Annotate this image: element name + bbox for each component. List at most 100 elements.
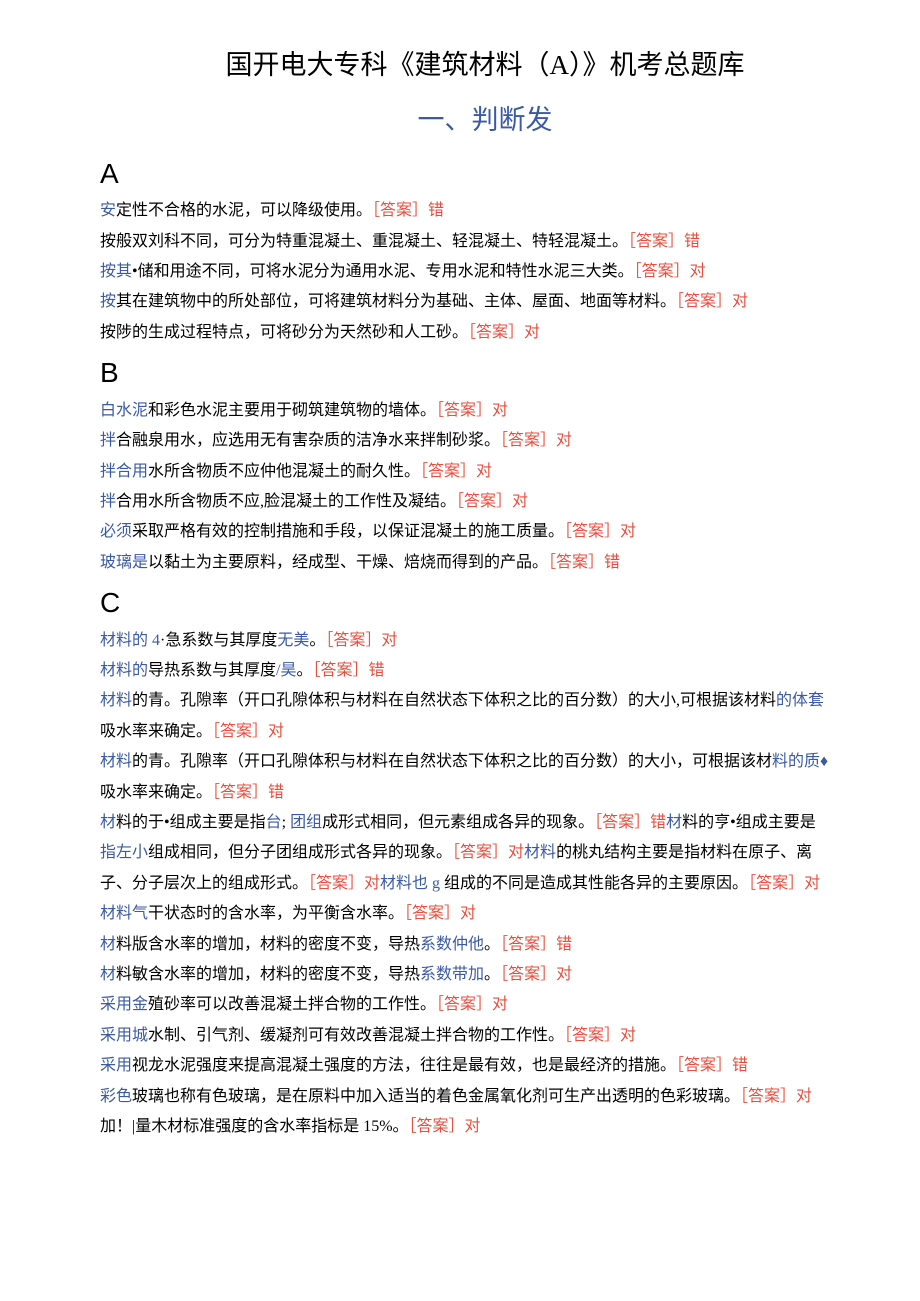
question-text: 玻璃也称有色玻璃，是在原料中加入适当的着色金属氧化剂可生产出透明的色彩玻璃。	[132, 1088, 740, 1105]
answer-text: ［答案］对	[564, 523, 636, 540]
section-heading: A	[100, 157, 830, 191]
question-text: 料敏含水率的增加，材料的密度不变，导热	[116, 966, 420, 983]
page-title: 国开电大专科《建筑材料（A）》机考总题库	[100, 40, 830, 91]
answer-text: ［答案］错	[372, 202, 444, 219]
question-text: 材料	[100, 692, 132, 709]
answer-text: ［答案］对	[436, 996, 508, 1013]
question-line: 拌合融泉用水，应选用无有害杂质的洁净水来拌制砂浆。［答案］对	[100, 426, 830, 456]
answer-text: ［答案］对	[748, 875, 820, 892]
question-text: 材料	[524, 844, 556, 861]
question-line: 材料的青。孔隙率（开口孔隙体积与材料在自然状态下体积之比的百分数）的大小，可根据…	[100, 747, 830, 808]
answer-text: ［答案］错	[594, 814, 666, 831]
answer-text: ［答案］错	[500, 936, 572, 953]
question-text: 水所含物质不应仲他混凝土的耐久性。	[148, 463, 420, 480]
answer-text: ［答案］错	[676, 1057, 748, 1074]
answer-text: ［答案］对	[436, 402, 508, 419]
question-text: 其在建筑物中的所处部位，可将建筑材料分为基础、主体、屋面、地面等材料。	[116, 293, 676, 310]
question-text: 干状态时的含水率，为平衡含水率。	[148, 905, 404, 922]
question-line: 拌合用水所含物质不应仲他混凝土的耐久性。［答案］对	[100, 457, 830, 487]
answer-text: ［答案］对	[676, 293, 748, 310]
question-text: 的体套	[776, 692, 824, 709]
question-text: 材料	[100, 753, 132, 770]
question-text: 拌	[100, 493, 116, 510]
question-text: 材料的	[100, 662, 148, 679]
question-text: 安	[100, 202, 116, 219]
question-line: 材料版含水率的增加，材料的密度不变，导热系数仲他。［答案］错	[100, 930, 830, 960]
section-heading: C	[100, 586, 830, 620]
question-text: /昊	[276, 662, 296, 679]
question-text: 料的质♦	[772, 753, 828, 770]
question-text: 和彩色水泥主要用于砌筑建筑物的墙体。	[148, 402, 436, 419]
question-text: 白水泥	[100, 402, 148, 419]
question-line: 玻璃是以黏土为主要原料，经成型、干燥、焙烧而得到的产品。［答案］错	[100, 548, 830, 578]
answer-text: ［答案］对	[500, 966, 572, 983]
question-text: 台	[266, 814, 282, 831]
question-text: 的青。孔隙率（开口孔隙体积与材料在自然状态下体积之比的百分数）的大小,可根据该材…	[132, 692, 776, 709]
question-line: 采用金殖砂率可以改善混凝土拌合物的工作性。［答案］对	[100, 990, 830, 1020]
answer-text: ［答案］对	[308, 875, 380, 892]
question-line: 按其在建筑物中的所处部位，可将建筑材料分为基础、主体、屋面、地面等材料。［答案］…	[100, 287, 830, 317]
question-line: 材料气干状态时的含水率，为平衡含水率。［答案］对	[100, 899, 830, 929]
question-text: 彩色	[100, 1088, 132, 1105]
question-text: 导热系数与其厚度	[148, 662, 276, 679]
question-list: A安定性不合格的水泥，可以降级使用。［答案］错按般双刘科不同，可分为特重混凝土、…	[100, 157, 830, 1143]
question-text: 吸水率来确定。	[100, 723, 212, 740]
question-text: 料的于•组成主要是指	[116, 814, 266, 831]
question-text: 拌合用	[100, 463, 148, 480]
question-text: 材	[100, 936, 116, 953]
question-text: 组成的不同是造成其性能各异的主要原因。	[444, 875, 748, 892]
answer-text: ［答案］对	[500, 432, 572, 449]
question-text: 成形式相同，但元素组成各异的现象。	[322, 814, 594, 831]
question-text: 材料的 4	[100, 632, 160, 649]
question-text: 指左小	[100, 844, 148, 861]
question-text: 加！|量木材标准强度的含水率指标是 15%。	[100, 1118, 409, 1135]
question-text: 拌	[100, 432, 116, 449]
question-line: 拌合用水所含物质不应,脸混凝土的工作性及凝结。［答案］对	[100, 487, 830, 517]
answer-text: ［答案］对	[325, 632, 397, 649]
answer-text: ［答案］对	[409, 1118, 481, 1135]
answer-text: ［答案］错	[313, 662, 385, 679]
question-line: 材料的青。孔隙率（开口孔隙体积与材料在自然状态下体积之比的百分数）的大小,可根据…	[100, 686, 830, 747]
question-line: 采用视龙水泥强度来提高混凝土强度的方法，往往是最有效，也是最经济的措施。［答案］…	[100, 1051, 830, 1081]
question-text: 。	[484, 936, 500, 953]
answer-text: ［答案］对	[404, 905, 476, 922]
question-text: 材料气	[100, 905, 148, 922]
question-text: 系数仲他	[420, 936, 484, 953]
question-text: 的青。孔隙率（开口孔隙体积与材料在自然状态下体积之比的百分数）的大小，可根据该材	[132, 753, 772, 770]
answer-text: ［答案］对	[212, 723, 284, 740]
question-text: 材	[666, 814, 682, 831]
question-text: 双刘科不同，可分为特重混凝土、重混凝土、轻混凝土、特轻混凝土。	[132, 233, 628, 250]
question-line: 材料的于•组成主要是指台; 团组成形式相同，但元素组成各异的现象。［答案］错材料…	[100, 808, 830, 899]
question-line: 材料的导热系数与其厚度/昊。［答案］错	[100, 656, 830, 686]
answer-text: ［答案］错	[548, 554, 620, 571]
question-line: 彩色玻璃也称有色玻璃，是在原料中加入适当的着色金属氧化剂可生产出透明的色彩玻璃。…	[100, 1082, 830, 1143]
question-text: 团组	[290, 814, 322, 831]
section-heading: B	[100, 356, 830, 390]
question-text: 殖砂率可以改善混凝土拌合物的工作性。	[148, 996, 436, 1013]
question-text: ;	[282, 814, 290, 831]
answer-text: ［答案］对	[468, 324, 540, 341]
answer-text: ［答案］对	[420, 463, 492, 480]
question-text: 料版含水率的增加，材料的密度不变，导热	[116, 936, 420, 953]
answer-text: ［答案］对	[456, 493, 528, 510]
question-text: 定性不合格的水泥，可以降级使用。	[116, 202, 372, 219]
question-text: •储和用途不同，可将水泥分为通用水泥、专用水泥和特性水泥三大类。	[132, 263, 634, 280]
answer-text: ［答案］错	[212, 784, 284, 801]
question-text: 材料也 g	[380, 875, 444, 892]
question-line: 白水泥和彩色水泥主要用于砌筑建筑物的墙体。［答案］对	[100, 396, 830, 426]
question-text: 无美	[277, 632, 309, 649]
question-text: 合融泉用水，应选用无有害杂质的洁净水来拌制砂浆。	[116, 432, 500, 449]
question-text: 采用	[100, 1057, 132, 1074]
question-text: 按其	[100, 263, 132, 280]
question-text: 材	[100, 814, 116, 831]
question-text: 玻璃是	[100, 554, 148, 571]
question-text: 按	[100, 293, 116, 310]
question-line: 材料敏含水率的增加，材料的密度不变，导热系数带加。［答案］对	[100, 960, 830, 990]
question-text: 组成相同，但分子团组成形式各异的现象。	[148, 844, 452, 861]
question-text: 的生成过程特点，可将砂分为天然砂和人工砂。	[132, 324, 468, 341]
question-text: 采用城	[100, 1027, 148, 1044]
question-line: 按陟的生成过程特点，可将砂分为天然砂和人工砂。［答案］对	[100, 318, 830, 348]
question-text: 。	[296, 662, 312, 679]
question-text: 材	[100, 966, 116, 983]
page-subtitle: 一、判断发	[100, 95, 830, 146]
